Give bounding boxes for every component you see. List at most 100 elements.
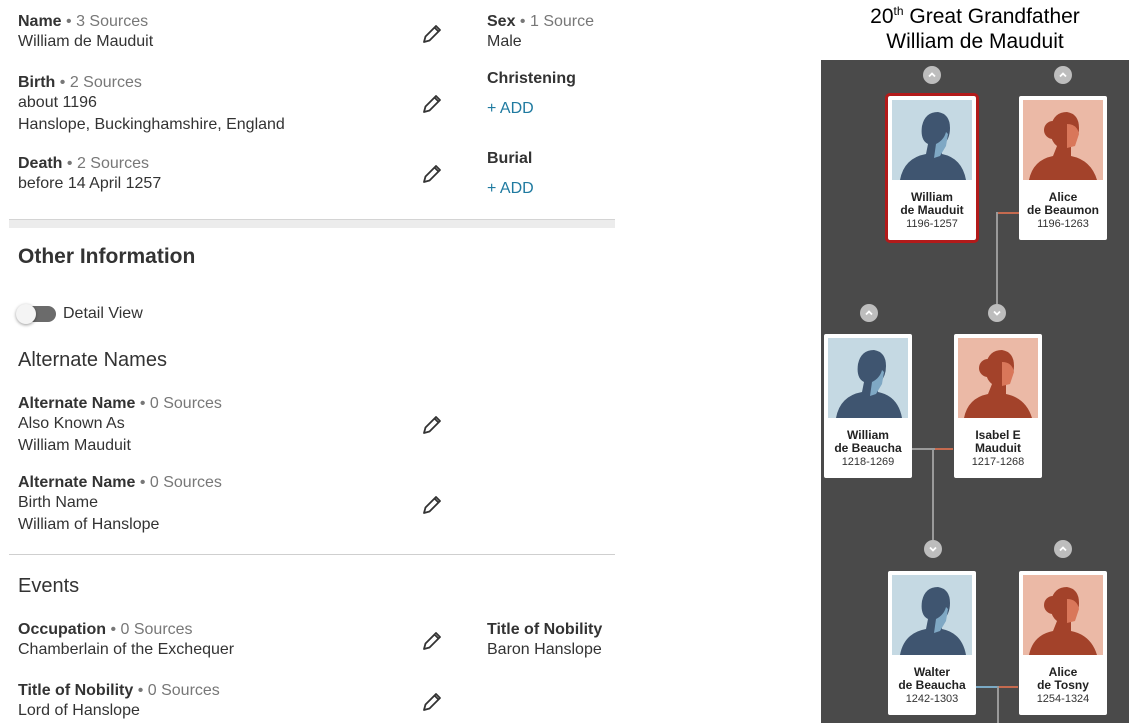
section-divider (9, 219, 615, 228)
birth-fact: Birth • 2 Sources about 1196 Hanslope, B… (18, 74, 285, 135)
name-type: Birth Name (18, 494, 99, 511)
alternate-name-item: Alternate Name • 0 Sources Birth Name Wi… (18, 474, 222, 535)
fact-label: Occupation (18, 621, 107, 638)
source-count[interactable]: • 0 Sources (138, 682, 220, 699)
chevron-down-icon[interactable] (988, 304, 1006, 322)
person-card[interactable]: William de Mauduit 1196-1257 (885, 93, 979, 243)
last-name: de Beaucha (898, 678, 966, 692)
fact-place: Hanslope, Buckinghamshire, England (18, 115, 285, 133)
source-count[interactable]: • 1 Source (520, 13, 594, 30)
fact-label: Sex (487, 13, 516, 30)
person-card[interactable]: Walter de Beaucha 1242-1303 (888, 571, 976, 715)
pencil-icon[interactable] (420, 22, 444, 46)
relationship-title: 20th Great Grandfather (820, 4, 1129, 29)
fact-label: Burial (487, 150, 533, 167)
person-name: William de Mauduit (888, 191, 976, 217)
lifespan: 1196-1257 (906, 218, 958, 230)
lifespan: 1196-1263 (1037, 218, 1089, 230)
name-type: Also Known As (18, 415, 125, 432)
other-information-heading: Other Information (18, 245, 196, 268)
chevron-up-icon[interactable] (1054, 540, 1072, 558)
female-silhouette-icon (1023, 100, 1103, 180)
last-name: de Beaumon (1026, 203, 1099, 217)
add-burial-button[interactable]: + ADD (487, 180, 534, 198)
fact-label: Alternate Name (18, 474, 136, 491)
alternate-name-item: Alternate Name • 0 Sources Also Known As… (18, 395, 222, 456)
lineage-line (997, 686, 999, 723)
source-count[interactable]: • 0 Sources (140, 395, 222, 412)
source-count[interactable]: • 2 Sources (67, 155, 149, 172)
event-value: Lord of Hanslope (18, 702, 140, 719)
relationship-suffix: th (893, 4, 904, 18)
chevron-up-icon[interactable] (1054, 66, 1072, 84)
relationship-generation: 20 (870, 5, 894, 28)
couple-connector (935, 448, 953, 450)
name-fact: Name • 3 Sources William de Mauduit (18, 13, 153, 53)
fact-label: Name (18, 13, 62, 30)
sex-fact: Sex • 1 Source Male (487, 13, 594, 53)
source-count[interactable]: • 2 Sources (60, 74, 142, 91)
add-christening-button[interactable]: + ADD (487, 100, 576, 118)
last-name: de Tosny (1037, 678, 1089, 692)
couple-connector (998, 686, 1018, 688)
detail-view-toggle[interactable] (16, 304, 56, 324)
male-silhouette-icon (892, 575, 972, 655)
person-name: Walter de Beaucha (888, 666, 976, 692)
title-of-nobility-summary: Title of Nobility Baron Hanslope (487, 621, 602, 661)
chevron-up-icon[interactable] (923, 66, 941, 84)
chevron-up-icon[interactable] (860, 304, 878, 322)
lineage-line (932, 448, 934, 540)
lifespan: 1254-1324 (1036, 693, 1090, 705)
fact-date: about 1196 (18, 94, 97, 111)
event-item: Title of Nobility • 0 Sources Lord of Ha… (18, 682, 220, 722)
event-item: Occupation • 0 Sources Chamberlain of th… (18, 621, 234, 661)
event-value: Chamberlain of the Exchequer (18, 641, 235, 658)
lifespan: 1217-1268 (971, 456, 1025, 468)
person-card[interactable]: William de Beaucha 1218-1269 (824, 334, 912, 478)
person-card[interactable]: Isabel E Mauduit 1217-1268 (954, 334, 1042, 478)
source-count[interactable]: • 0 Sources (110, 621, 192, 638)
pencil-icon[interactable] (420, 92, 444, 116)
pencil-icon[interactable] (420, 690, 444, 714)
fact-value: before 14 April 1257 (18, 175, 162, 192)
last-name: Mauduit (975, 441, 1021, 455)
last-name: de Beaucha (834, 441, 902, 455)
fact-label: Death (18, 155, 63, 172)
pencil-icon[interactable] (420, 493, 444, 517)
fact-value: Male (487, 33, 522, 50)
christening-fact: Christening + ADD (487, 70, 576, 118)
name-value: William of Hanslope (18, 515, 160, 533)
death-fact: Death • 2 Sources before 14 April 1257 (18, 155, 161, 195)
ancestor-name-title: William de Mauduit (886, 30, 1064, 53)
source-count[interactable]: • 3 Sources (66, 13, 148, 30)
fact-label: Christening (487, 70, 576, 87)
pencil-icon[interactable] (420, 629, 444, 653)
person-card[interactable]: Alice de Tosny 1254-1324 (1019, 571, 1107, 715)
chevron-down-icon[interactable] (924, 540, 942, 558)
fact-value: Baron Hanslope (487, 641, 602, 658)
fact-label: Alternate Name (18, 395, 136, 412)
person-name: Isabel E Mauduit (954, 429, 1042, 455)
person-card[interactable]: Alice de Beaumon 1196-1263 (1019, 96, 1107, 240)
burial-fact: Burial + ADD (487, 150, 534, 198)
fact-label: Birth (18, 74, 56, 91)
person-name: Alice de Tosny (1019, 666, 1107, 692)
person-name: William de Beaucha (824, 429, 912, 455)
couple-connector (976, 686, 998, 688)
pencil-icon[interactable] (420, 162, 444, 186)
fact-value: William de Mauduit (18, 33, 154, 50)
fact-label: Title of Nobility (18, 682, 134, 699)
fact-label: Title of Nobility (487, 621, 603, 638)
lifespan: 1242-1303 (905, 693, 959, 705)
lineage-line (996, 212, 998, 304)
female-silhouette-icon (958, 338, 1038, 418)
relationship-text: Great Grandfather (903, 5, 1080, 28)
female-silhouette-icon (1023, 575, 1103, 655)
source-count[interactable]: • 0 Sources (140, 474, 222, 491)
male-silhouette-icon (892, 100, 972, 180)
pencil-icon[interactable] (420, 413, 444, 437)
last-name: de Mauduit (900, 203, 964, 217)
couple-connector (997, 212, 1019, 214)
lifespan: 1218-1269 (841, 456, 895, 468)
toggle-knob[interactable] (16, 304, 36, 324)
